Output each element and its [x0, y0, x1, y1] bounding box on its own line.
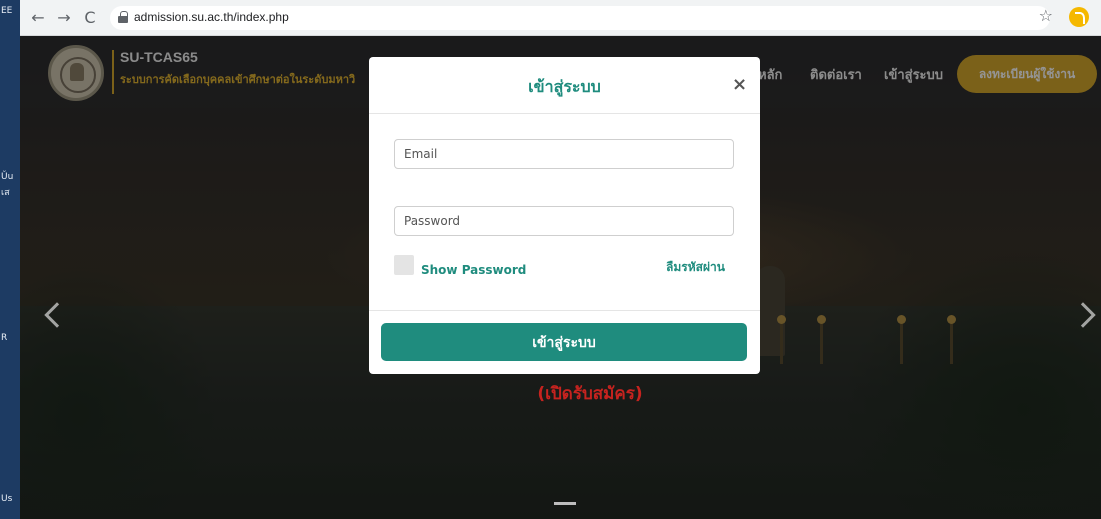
show-password-label[interactable]: Show Password: [421, 263, 526, 277]
back-arrow-icon[interactable]: ←: [28, 8, 48, 28]
url-text[interactable]: admission.su.ac.th/index.php: [134, 10, 289, 24]
show-password-checkbox[interactable]: [394, 255, 414, 275]
carousel-indicator[interactable]: [554, 502, 576, 505]
modal-title: เข้าสู่ระบบ: [528, 77, 601, 96]
password-field[interactable]: [394, 206, 734, 236]
close-icon[interactable]: ×: [732, 75, 747, 95]
desktop-label: EE: [1, 6, 13, 16]
desktop-label: R: [1, 333, 8, 343]
browser-toolbar: ← → C admission.su.ac.th/index.php ☆: [20, 0, 1101, 36]
desktop-label: เส: [1, 188, 10, 198]
login-submit-button[interactable]: เข้าสู่ระบบ: [381, 323, 747, 361]
email-field[interactable]: [394, 139, 734, 169]
login-modal: เข้าสู่ระบบ × Show Password ลืมรหัสผ่าน …: [369, 57, 760, 374]
modal-header: เข้าสู่ระบบ ×: [369, 57, 760, 114]
desktop-label: Us: [1, 494, 13, 504]
forgot-password-link[interactable]: ลืมรหัสผ่าน: [666, 258, 725, 277]
modal-footer-divider: [369, 310, 760, 311]
reload-icon[interactable]: C: [80, 8, 100, 28]
page-content: SU-TCAS65 ระบบการคัดเลือกบุคคลเข้าศึกษาต…: [20, 36, 1101, 519]
hero-status-text: (เปิดรับสมัคร): [537, 384, 643, 404]
bookmark-star-icon[interactable]: ☆: [1039, 6, 1053, 25]
forward-arrow-icon[interactable]: →: [54, 8, 74, 28]
address-bar[interactable]: admission.su.ac.th/index.php: [110, 6, 1050, 30]
desktop-label: Ŭu: [1, 172, 14, 182]
extension-icon[interactable]: [1069, 7, 1089, 27]
desktop-side-strip: EE Ŭu เส R Us: [0, 0, 20, 519]
lock-icon: [118, 11, 128, 23]
